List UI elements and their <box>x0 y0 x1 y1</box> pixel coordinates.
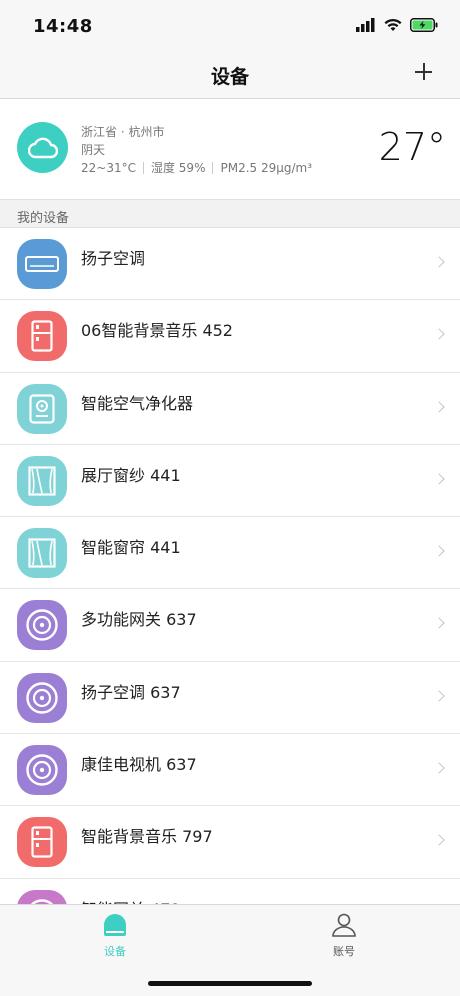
device-name: 智能背景音乐 797 <box>81 827 213 847</box>
device-row[interactable]: 展厅窗纱 441 <box>0 444 460 518</box>
device-row[interactable]: 康佳电视机 637 <box>0 734 460 807</box>
tab-label: 设备 <box>104 945 126 958</box>
window-curtain-icon <box>17 528 67 579</box>
tab-label: 账号 <box>333 945 355 958</box>
device-row[interactable]: 智能空气净化器 <box>0 372 460 445</box>
weather-temp-range: 22~31°C <box>81 161 136 175</box>
person-icon <box>332 913 356 937</box>
device-row[interactable]: 扬子空调 <box>0 228 460 301</box>
device-row[interactable]: 智能网关 471 <box>0 878 460 904</box>
weather-info: 浙江省 · 杭州市 阴天 22~31°C 湿度 59% PM2.5 29μg/m… <box>81 123 312 177</box>
device-row[interactable]: 智能窗帘 441 <box>0 517 460 590</box>
gateway-icon <box>17 745 67 796</box>
section-title: 我的设备 <box>17 211 70 226</box>
chevron-right-icon <box>433 834 445 847</box>
weather-pm25: PM2.5 29μg/m³ <box>220 161 313 175</box>
chevron-right-icon <box>433 762 445 774</box>
gateway-icon <box>17 672 67 723</box>
add-device-button[interactable] <box>412 60 436 84</box>
chevron-right-icon <box>433 256 445 268</box>
chevron-right-icon <box>433 617 445 630</box>
device-list[interactable]: 扬子空调 06智能背景音乐 452 智能空气净化器 展厅窗纱 441 智能窗帘 … <box>0 228 460 904</box>
device-row[interactable]: 扬子空调 637 <box>0 661 460 735</box>
device-row[interactable]: 多功能网关 637 <box>0 589 460 662</box>
status-bar: 14:48 <box>0 0 460 56</box>
weather-card[interactable]: 浙江省 · 杭州市 阴天 22~31°C 湿度 59% PM2.5 29μg/m… <box>0 99 460 199</box>
chevron-right-icon <box>433 690 445 702</box>
chevron-right-icon <box>433 473 445 485</box>
device-name: 06智能背景音乐 452 <box>81 321 233 341</box>
device-name: 扬子空调 <box>81 249 146 268</box>
speaker-icon <box>17 311 67 362</box>
device-name: 扬子空调 637 <box>81 682 181 702</box>
chevron-right-icon <box>433 545 445 557</box>
speaker-icon <box>17 817 67 868</box>
divider <box>212 162 214 174</box>
weather-location: 浙江省 · 杭州市 <box>81 125 165 139</box>
weather-condition: 阴天 <box>81 143 106 157</box>
weather-humidity: 湿度 59% <box>150 161 206 175</box>
device-name: 智能空气净化器 <box>81 393 194 413</box>
divider <box>142 162 144 174</box>
nav-bar: 设备 <box>0 56 460 99</box>
chevron-right-icon <box>433 400 445 413</box>
weather-details: 22~31°C 湿度 59% PM2.5 29μg/m³ <box>81 159 312 177</box>
wifi-icon <box>384 18 402 31</box>
device-icon <box>104 914 126 936</box>
device-name: 智能窗帘 441 <box>81 538 181 558</box>
gateway-icon <box>17 600 67 651</box>
air-purifier-icon <box>17 383 67 434</box>
page-title: 设备 <box>210 66 249 88</box>
device-name: 智能网关 471 <box>81 896 181 904</box>
device-name: 展厅窗纱 441 <box>81 465 181 485</box>
section-header: 我的设备 <box>0 199 460 228</box>
window-curtain-icon <box>17 455 67 506</box>
weather-temperature: 27° <box>378 125 446 169</box>
tab-account[interactable]: 账号 <box>314 913 374 959</box>
home-indicator <box>148 981 312 986</box>
chevron-right-icon <box>433 328 445 340</box>
gateway-icon <box>17 889 67 904</box>
battery-icon <box>410 18 438 32</box>
status-icons <box>356 18 438 32</box>
signal-icon <box>356 18 375 32</box>
device-row[interactable]: 智能背景音乐 797 <box>0 806 460 879</box>
device-name: 多功能网关 637 <box>81 610 197 630</box>
air-conditioner-icon <box>17 239 67 289</box>
device-name: 康佳电视机 637 <box>81 755 197 775</box>
cloud-icon <box>17 122 68 173</box>
status-time: 14:48 <box>33 16 93 37</box>
tab-devices[interactable]: 设备 <box>85 913 145 959</box>
device-row[interactable]: 06智能背景音乐 452 <box>0 300 460 373</box>
